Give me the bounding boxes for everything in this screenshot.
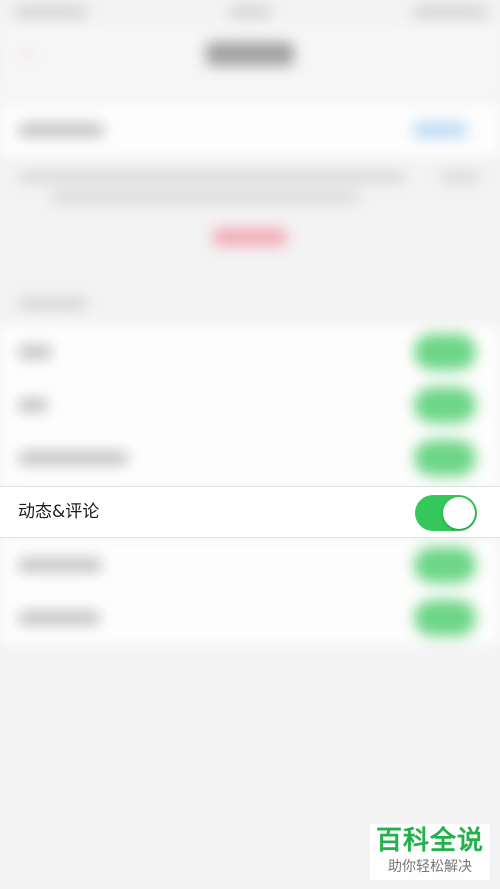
- description-line: [18, 172, 406, 182]
- watermark-subtitle: 助你轻松解决: [388, 859, 472, 875]
- description-line: [50, 192, 360, 202]
- list-item-label: [18, 451, 128, 465]
- card-top-label: [18, 123, 104, 137]
- list-item-label: [18, 398, 48, 412]
- pink-action-link[interactable]: [212, 228, 288, 246]
- toggle-switch[interactable]: [414, 334, 476, 370]
- toggle-switch[interactable]: [414, 547, 476, 583]
- description-line: [440, 172, 480, 182]
- settings-row-moments-comments: 动态&评论: [0, 486, 500, 538]
- blurred-background: ‹: [0, 0, 500, 889]
- watermark-title: 百科全说: [375, 826, 484, 856]
- toggle-switch[interactable]: [414, 600, 476, 636]
- toggle-switch[interactable]: [414, 387, 476, 423]
- card-top-link[interactable]: [412, 122, 468, 138]
- list-item-label: [18, 345, 52, 359]
- status-carrier: [14, 6, 88, 18]
- section-header: [18, 298, 88, 309]
- status-time: [228, 6, 272, 18]
- back-chevron-icon[interactable]: ‹: [22, 41, 36, 67]
- status-bar: [0, 0, 500, 26]
- page-title: [206, 42, 294, 66]
- row-label: 动态&评论: [18, 502, 100, 522]
- toggle-knob: [443, 497, 475, 529]
- toggle-switch[interactable]: [414, 440, 476, 476]
- status-battery: [412, 6, 488, 18]
- list-item-label: [18, 558, 102, 572]
- list-item-label: [18, 611, 100, 625]
- moments-comments-toggle[interactable]: [415, 495, 477, 531]
- watermark-logo: 百科全说 助你轻松解决: [370, 824, 490, 880]
